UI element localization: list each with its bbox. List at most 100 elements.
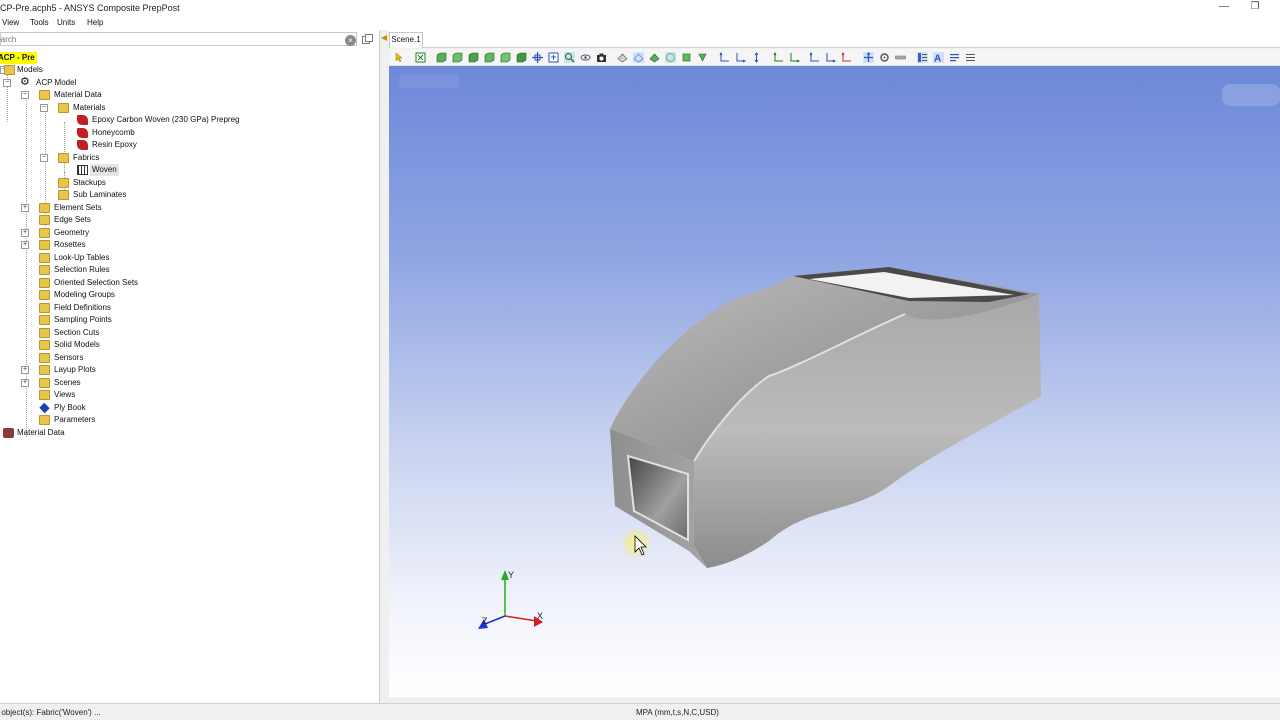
scene-viewport[interactable]: Y X Z [389,66,1280,697]
menu-units[interactable]: Units [57,18,75,27]
folder-icon [39,303,50,313]
ruler-icon[interactable] [895,52,906,63]
pick-icon[interactable] [863,52,874,63]
axis-triad: Y X Z [478,570,543,629]
tree-node-label: Selection Rules [54,265,110,274]
tree-node-label: Views [54,390,76,399]
section-icon[interactable] [665,52,676,63]
probe-icon[interactable] [697,52,708,63]
axis-neg-x-icon[interactable] [773,52,784,63]
zoom-icon[interactable] [564,52,575,63]
material-icon [77,128,88,138]
folder-icon [58,103,69,113]
axis-z-icon[interactable] [751,52,762,63]
folder-icon [39,240,50,250]
view-left-icon[interactable] [500,52,511,63]
screenshot-icon[interactable] [596,52,607,63]
menu-view[interactable]: View [2,18,19,27]
tree-node-label: ACP Model [36,78,77,87]
axis-z-label: Z [482,616,488,626]
expand-icon[interactable]: + [21,241,29,249]
view-front-icon[interactable] [436,52,447,63]
folder-icon [39,365,50,375]
expand-icon[interactable]: + [21,204,29,212]
tree-node-label: Ply Book [54,403,86,412]
collapse-icon[interactable]: − [40,154,48,162]
tree-node-label: Geometry [54,228,90,237]
collapse-icon[interactable]: − [40,104,48,112]
light-icon[interactable] [681,52,692,63]
tab-scene[interactable]: Scene.1 [389,32,423,48]
model-tree: ACP - Pre − Models − ⚙ ACP Model − Mater… [0,52,380,702]
search-input[interactable] [0,33,341,45]
wireframe-icon[interactable] [633,52,644,63]
axis-neg-y-icon[interactable] [789,52,800,63]
shaded-icon[interactable] [617,52,628,63]
collapse-icon[interactable]: − [3,79,11,87]
close-circle-icon[interactable]: × [345,35,356,46]
fit-all-icon[interactable] [415,52,426,63]
folder-icon [39,278,50,288]
expand-icon[interactable]: + [21,229,29,237]
tree-node-label: Parameters [54,415,96,424]
view-bottom-icon[interactable] [484,52,495,63]
tree-node-label: Sensors [54,353,84,362]
zoom-box-icon[interactable] [532,52,543,63]
svg-text:A: A [934,54,941,64]
menu-help[interactable]: Help [87,18,103,27]
folder-icon [39,378,50,388]
tree-node-label: Stackups [73,178,106,187]
folder-icon [39,253,50,263]
models-folder-icon [4,65,15,75]
folder-icon [39,415,50,425]
expand-icon[interactable]: + [21,379,29,387]
tree-node-label: Solid Models [54,340,100,349]
folder-icon [39,203,50,213]
axis-x-line [504,615,538,622]
view-top-icon[interactable] [468,52,479,63]
scene-toolbar: A [389,49,1280,66]
tree-node-label: Oriented Selection Sets [54,278,139,287]
axis-y-icon[interactable] [735,52,746,63]
status-selection: Selected object(s): Fabric('Woven') ... [0,708,101,717]
view-right-icon[interactable] [516,52,527,63]
collapse-arrow-icon[interactable]: ◀ [381,33,387,42]
annotation-icon[interactable]: A [933,52,944,63]
select-icon[interactable] [394,52,405,63]
expand-icon[interactable]: + [21,366,29,374]
collapse-icon[interactable]: − [21,91,29,99]
tree-node-label: Rosettes [54,240,86,249]
transparency-icon[interactable] [649,52,660,63]
minimize-icon[interactable]: — [1214,1,1234,12]
tree-node-label: Material Data [54,90,102,99]
rotate-icon[interactable] [548,52,559,63]
tree-node-label: Fabrics [73,153,100,162]
axis-neg-z-icon[interactable] [809,52,820,63]
tree-node-label: Element Sets [54,203,102,212]
search-box: × [0,32,357,46]
tree-node-label: Edge Sets [54,215,91,224]
eye-icon[interactable] [580,52,591,63]
scene-canvas[interactable]: Y X Z [389,66,1280,697]
axis-z-line [484,615,506,625]
folder-icon [39,340,50,350]
folder-icon [39,228,50,238]
tree-node-label: Materials [73,103,106,112]
axis-x-icon[interactable] [719,52,730,63]
legend-icon[interactable] [917,52,928,63]
pane-splitter[interactable]: ◀ [381,30,389,703]
fabric-grid-icon [77,165,88,175]
label-icon[interactable] [949,52,960,63]
composite-part-model[interactable] [610,267,1041,568]
view-back-icon[interactable] [452,52,463,63]
axis-x-label: X [537,611,543,621]
restore-icon[interactable]: ❐ [1245,1,1265,12]
axis-pos-y-icon[interactable] [825,52,836,63]
tree-node-label: Resin Epoxy [92,140,137,149]
filter-options-icon[interactable] [362,34,373,44]
menu-lines-icon[interactable] [965,52,976,63]
folder-icon [39,215,50,225]
axis-red-icon[interactable] [841,52,852,63]
settings-icon[interactable] [879,52,890,63]
menu-tools[interactable]: Tools [30,18,49,27]
